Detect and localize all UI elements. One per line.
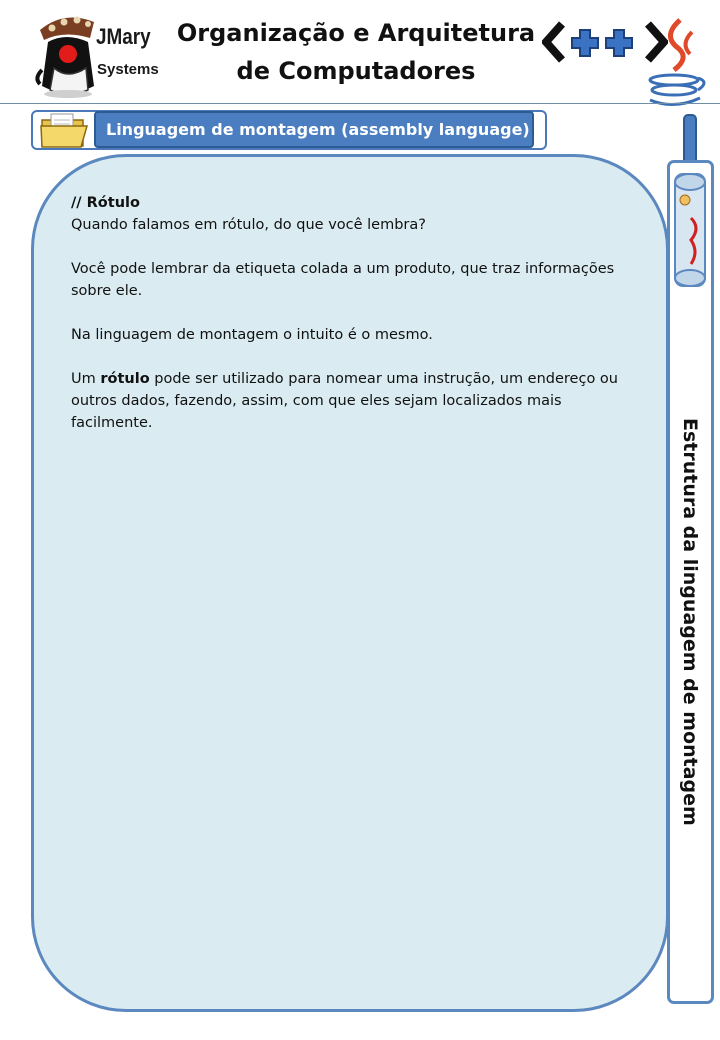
paragraph-3-prefix: Um <box>71 371 101 387</box>
page-title-line1: Organização e Arquitetura <box>176 19 536 47</box>
content-paragraph-1: Você pode lembrar da etiqueta colada a u… <box>71 261 615 299</box>
java-logo <box>648 18 706 106</box>
brand-name: JMary <box>96 24 151 49</box>
content-body: // Rótulo Quando falamos em rótulo, do q… <box>71 192 631 456</box>
side-panel-label: Estrutura da linguagem de montagem <box>679 418 701 826</box>
content-paragraph-3: Um rótulo pode ser utilizado para nomear… <box>71 368 631 434</box>
folder-icon <box>40 113 88 148</box>
content-paragraph-2: Na linguagem de montagem o intuito é o m… <box>71 327 433 343</box>
page-title-line2: de Computadores <box>236 57 476 85</box>
brand-subtitle: Systems <box>97 61 159 78</box>
content-question: Quando falamos em rótulo, do que você le… <box>71 217 426 233</box>
header-divider <box>0 103 720 104</box>
page-title: Organização e Arquitetura de Computadore… <box>166 14 546 90</box>
paragraph-3-bold-term: rótulo <box>100 371 150 387</box>
content-heading: // Rótulo <box>71 195 140 211</box>
scroll-icon <box>674 173 706 287</box>
duke-mascot-logo <box>35 16 94 98</box>
section-title: Linguagem de montagem (assembly language… <box>94 111 534 148</box>
paragraph-3-suffix: pode ser utilizado para nomear uma instr… <box>71 371 618 431</box>
